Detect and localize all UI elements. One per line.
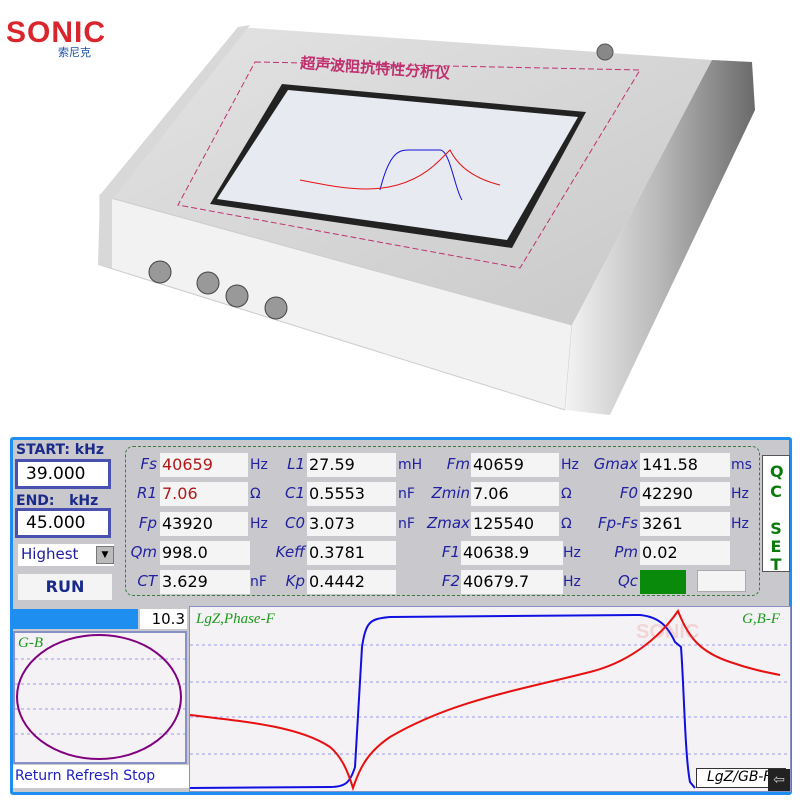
param-value-gmax: 141.58 [640, 453, 730, 477]
param-label: Pm [614, 543, 638, 561]
start-label: START: kHz [16, 442, 104, 458]
param-unit: Ω [561, 516, 572, 532]
param-value-r1: 7.06 [160, 482, 248, 506]
chevron-down-icon[interactable]: ▼ [96, 546, 114, 564]
param-value-f0: 42290 [640, 482, 730, 506]
nav-bar: Return Refresh Stop [13, 765, 191, 788]
param-unit: Hz [563, 545, 581, 561]
param-value-l1: 27.59 [307, 453, 396, 477]
param-unit: Hz [250, 457, 268, 473]
param-unit: mH [398, 457, 423, 473]
param-label: Qc [617, 572, 638, 590]
param-label: Gmax [593, 455, 638, 473]
main-plot-left-title: LgZ,Phase-F [196, 611, 275, 627]
progress-fill [13, 609, 138, 629]
param-value-fp: 43920 [160, 512, 248, 536]
back-arrow-icon[interactable]: ⇦ [768, 769, 790, 791]
param-value-zmin: 7.06 [471, 482, 559, 506]
progress-value: 10.3 [140, 609, 187, 629]
end-label: END: kHz [16, 493, 99, 509]
stop-button[interactable]: Stop [123, 768, 155, 784]
param-label: Kp [285, 572, 305, 590]
param-label: Zmin [431, 484, 470, 502]
analyzer-ui: START: kHz 39.000 END: kHz 45.000 Highes… [10, 437, 792, 795]
param-value-fpfs: 3261 [640, 512, 730, 536]
end-frequency-input[interactable]: 45.000 [15, 508, 111, 538]
power-button[interactable] [596, 43, 614, 61]
product-photo: 超声波阻抗特性分析仪 [98, 25, 755, 415]
param-value-fs: 40659 [160, 453, 248, 477]
sonic-logo: SONIC 索尼克 [4, 8, 124, 59]
precision-select[interactable]: Highest ▼ [18, 544, 114, 566]
start-frequency-input[interactable]: 39.000 [15, 459, 111, 489]
qc-status-blank [697, 570, 746, 592]
refresh-button[interactable]: Refresh [66, 768, 119, 784]
param-label: Fm [446, 455, 470, 473]
bnc-connector-3 [225, 284, 249, 308]
param-unit: nF [250, 574, 267, 590]
bnc-connector-1 [148, 260, 172, 284]
param-unit: Hz [731, 516, 749, 532]
param-value-pm: 0.02 [640, 541, 730, 565]
param-label: F0 [619, 484, 638, 502]
param-label: Fs [140, 455, 157, 473]
param-label: C1 [284, 484, 305, 502]
param-value-fm: 40659 [471, 453, 559, 477]
param-value-ct: 3.629 [160, 570, 250, 594]
bnc-connector-2 [196, 271, 220, 295]
param-label: F2 [441, 572, 460, 590]
param-unit: Ω [561, 486, 572, 502]
param-unit: Hz [563, 574, 581, 590]
param-label: Qm [130, 543, 157, 561]
main-plot: LgZ,Phase-F G,B-F SONIC LgZ/GB-F ⇦ [189, 606, 791, 792]
return-button[interactable]: Return [15, 768, 61, 784]
param-label: CT [137, 572, 157, 590]
watermark-logo: SONIC [636, 621, 700, 643]
param-value-zmax: 125540 [471, 512, 559, 536]
bnc-connector-4 [264, 296, 288, 320]
run-button[interactable]: RUN [18, 574, 112, 600]
param-label: Zmax [427, 514, 470, 532]
qc-set-button[interactable]: Q C S E T [762, 455, 790, 574]
gb-circle-trace [16, 634, 182, 760]
gb-plot: G-B [13, 631, 187, 764]
param-value-kp: 0.4442 [307, 570, 396, 594]
param-label: Fp-Fs [597, 514, 638, 532]
param-unit: Hz [250, 516, 268, 532]
logo-cn: 索尼克 [58, 46, 91, 59]
qc-label: Q C [770, 462, 784, 501]
logo-word: SONIC [6, 16, 107, 49]
param-value-c0: 3.073 [307, 512, 396, 536]
param-value-f1: 40638.9 [461, 541, 563, 565]
param-label: Fp [138, 514, 157, 532]
progress-bar [13, 609, 138, 629]
qc-status-indicator [640, 570, 686, 594]
param-value-keff: 0.3781 [307, 541, 396, 565]
main-plot-right-title: G,B-F [742, 611, 780, 627]
param-label: R1 [137, 484, 157, 502]
param-value-f2: 40679.7 [461, 570, 563, 594]
precision-value: Highest [21, 545, 79, 563]
param-unit: Ω [250, 486, 261, 502]
param-unit: Hz [561, 457, 579, 473]
param-label: C0 [284, 514, 305, 532]
param-label: L1 [287, 455, 305, 473]
param-unit: Hz [731, 486, 749, 502]
param-unit: nF [398, 486, 415, 502]
set-label: S E T [770, 519, 782, 574]
param-unit: ms [731, 457, 752, 473]
phase-trace [190, 613, 696, 789]
param-label: Keff [275, 543, 305, 561]
param-value-qm: 998.0 [160, 541, 250, 565]
param-value-c1: 0.5553 [307, 482, 396, 506]
param-label: F1 [441, 543, 460, 561]
param-unit: nF [398, 516, 415, 532]
